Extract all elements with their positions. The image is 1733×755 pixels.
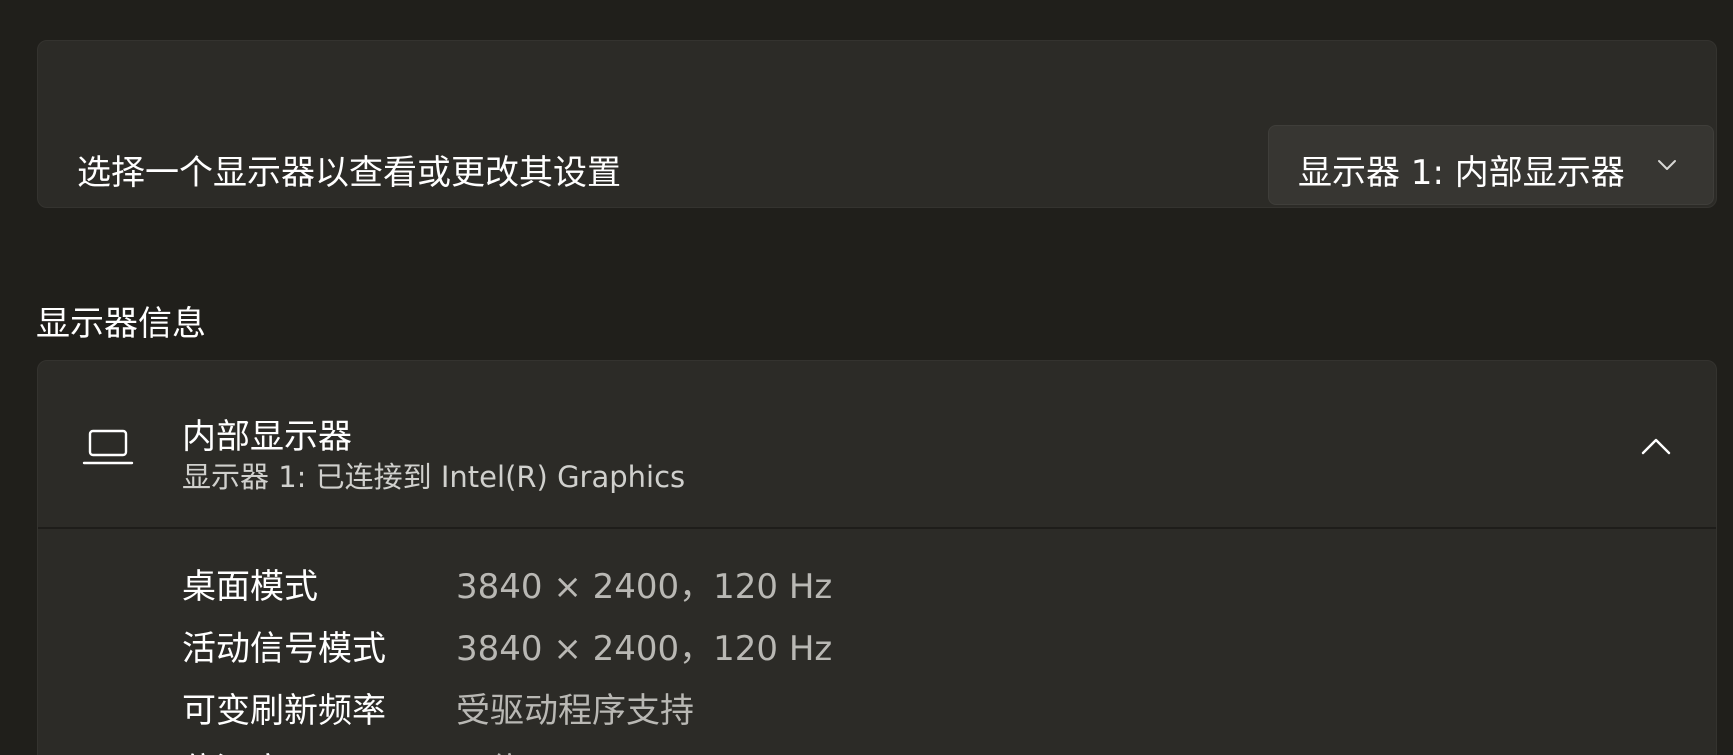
chevron-down-icon [1658,160,1676,170]
detail-label: 桌面模式 [182,567,318,607]
detail-label: 位深度 [182,743,284,755]
display-subtitle: 显示器 1: 已连接到 Intel(R) Graphics [182,460,686,494]
detail-value: 受驱动程序支持 [456,691,694,731]
detail-label: 活动信号模式 [182,629,386,669]
display-dropdown[interactable]: 显示器 1: 内部显示器 [1268,125,1714,205]
select-display-label: 选择一个显示器以查看或更改其设置 [77,153,621,193]
detail-value: 8 位 [456,743,522,755]
display-info-card: 内部显示器 显示器 1: 已连接到 Intel(R) Graphics 桌面模式… [37,360,1717,755]
detail-value: 3840 × 2400，120 Hz [456,629,833,669]
select-display-card: 选择一个显示器以查看或更改其设置 显示器 1: 内部显示器 [37,40,1717,208]
section-title-display-info: 显示器信息 [36,304,206,344]
display-info-header[interactable]: 内部显示器 显示器 1: 已连接到 Intel(R) Graphics [38,361,1716,529]
chevron-up-icon[interactable] [1634,425,1678,469]
display-dropdown-value: 显示器 1: 内部显示器 [1298,153,1625,193]
laptop-icon [82,429,134,465]
display-title: 内部显示器 [182,417,352,457]
detail-value: 3840 × 2400，120 Hz [456,567,833,607]
detail-label: 可变刷新频率 [182,691,386,731]
display-settings-page: 选择一个显示器以查看或更改其设置 显示器 1: 内部显示器 显示器信息 内部显示… [0,0,1733,755]
